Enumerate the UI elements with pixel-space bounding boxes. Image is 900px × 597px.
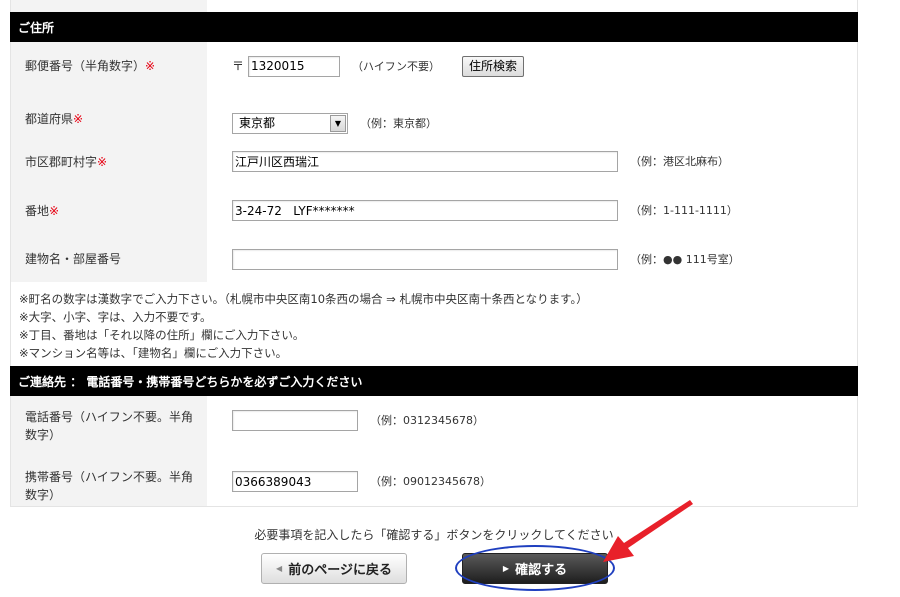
note-line: ※丁目、番地は「それ以降の住所」欄にご入力下さい。: [19, 328, 305, 342]
contact-form: 電話番号（ハイフン不要。半角数字） （例：0312345678） 携帯番号（ハイ…: [10, 396, 858, 507]
contact-section-title: ご連絡先 ： 電話番号・携帯番号どちらかを必ずご入力ください: [18, 374, 363, 389]
triangle-left-icon: ◀: [276, 564, 283, 573]
instruction-text: 必要事項を記入したら「確認する」ボタンをクリックしてください: [254, 528, 614, 542]
zip-row: 郵便番号（半角数字）※ 〒 （ハイフン不要） 住所検索: [11, 42, 857, 90]
street-note: （例：1-111-1111）: [630, 204, 738, 217]
postal-mark-icon: 〒: [232, 58, 245, 73]
address-form: 郵便番号（半角数字）※ 〒 （ハイフン不要） 住所検索 都道府県※ 東京都 ▼ …: [10, 42, 858, 282]
phone-label: 電話番号（ハイフン不要。半角数字）: [11, 396, 207, 456]
street-input[interactable]: [232, 200, 618, 221]
previous-section-end: [10, 0, 858, 12]
building-label: 建物名・部屋番号: [11, 238, 207, 282]
building-input[interactable]: [232, 249, 618, 270]
required-mark: ※: [145, 59, 156, 73]
address-section-header: ご住所: [10, 12, 858, 42]
city-input[interactable]: [232, 151, 618, 172]
street-label: 番地※: [11, 189, 207, 238]
back-button[interactable]: ◀ 前のページに戻る: [261, 553, 407, 584]
prefecture-label: 都道府県※: [11, 90, 207, 139]
mobile-label: 携帯番号（ハイフン不要。半角数字）: [11, 456, 207, 506]
mobile-input[interactable]: [232, 471, 358, 492]
zip-label: 郵便番号（半角数字）※: [11, 42, 207, 90]
zip-input[interactable]: [248, 55, 341, 77]
required-mark: ※: [97, 155, 108, 169]
prefecture-select[interactable]: 東京都 ▼: [232, 113, 348, 134]
mobile-note: （例：09012345678）: [370, 475, 491, 488]
confirm-button[interactable]: ▶ 確認する: [462, 553, 608, 584]
contact-section-header: ご連絡先 ： 電話番号・携帯番号どちらかを必ずご入力ください: [10, 366, 858, 396]
city-row: 市区郡町村字※ （例：港区北麻布）: [11, 139, 857, 189]
city-label: 市区郡町村字※: [11, 139, 207, 189]
mobile-row: 携帯番号（ハイフン不要。半角数字） （例：09012345678）: [11, 456, 857, 506]
form-wrapper: ご住所 郵便番号（半角数字）※ 〒 （ハイフン不要） 住所検索 都道府県※ 東京…: [10, 0, 858, 507]
note-line: ※大字、小字、字は、入力不要です。: [19, 310, 212, 324]
phone-row: 電話番号（ハイフン不要。半角数字） （例：0312345678）: [11, 396, 857, 456]
triangle-right-icon: ▶: [502, 564, 510, 573]
note-line: ※マンション名等は、「建物名」欄にご入力下さい。: [19, 346, 288, 360]
phone-note: （例：0312345678）: [370, 414, 484, 427]
confirm-button-label: 確認する: [515, 563, 568, 578]
phone-input[interactable]: [232, 410, 358, 431]
prefecture-note: （例：東京都）: [360, 117, 437, 130]
chevron-down-icon[interactable]: ▼: [330, 115, 346, 132]
city-note: （例：港区北麻布）: [630, 155, 729, 168]
address-search-button[interactable]: 住所検索: [462, 55, 525, 77]
street-row: 番地※ （例：1-111-1111）: [11, 189, 857, 238]
back-button-label: 前のページに戻る: [288, 563, 392, 578]
address-section-title: ご住所: [18, 20, 55, 35]
prefecture-row: 都道府県※ 東京都 ▼ （例：東京都）: [11, 90, 857, 139]
required-mark: ※: [49, 204, 60, 218]
building-row: 建物名・部屋番号 （例：●● 111号室）: [11, 238, 857, 282]
building-note: （例：●● 111号室）: [630, 253, 740, 266]
note-line: ※町名の数字は漢数字でご入力下さい。（札幌市中央区南10条西の場合 ⇒ 札幌市中…: [19, 292, 588, 306]
zip-note: （ハイフン不要）: [352, 59, 441, 73]
address-notes: ※町名の数字は漢数字でご入力下さい。（札幌市中央区南10条西の場合 ⇒ 札幌市中…: [10, 282, 858, 366]
required-mark: ※: [73, 112, 84, 126]
